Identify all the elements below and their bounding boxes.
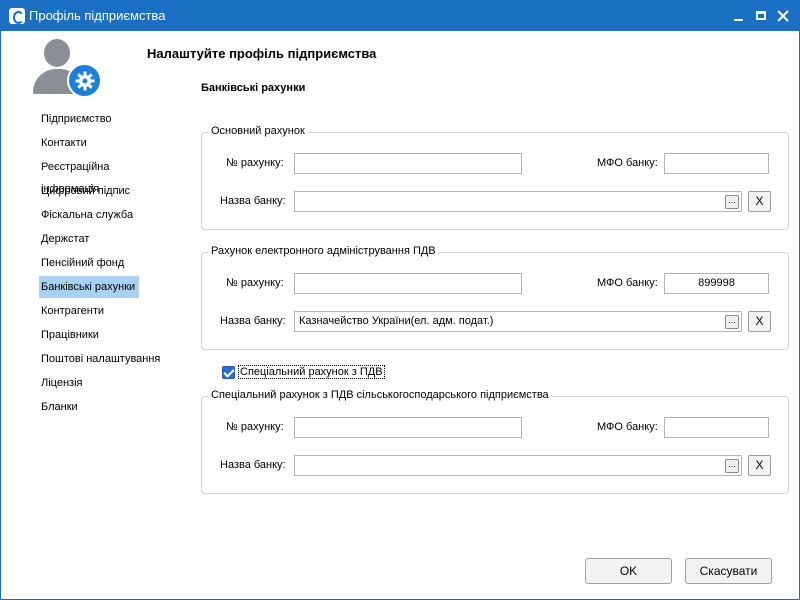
profile-window: Профіль підприємства Налаштуйте профіль …	[0, 0, 800, 600]
minimize-icon	[734, 19, 743, 21]
sidebar-item-bank-accounts[interactable]: Банківські рахунки	[39, 276, 139, 298]
mfo-input[interactable]	[664, 153, 769, 174]
account-number-input[interactable]	[294, 273, 522, 294]
clear-bank-button[interactable]: X	[748, 311, 771, 332]
vat-account-group: Рахунок електронного адміністрування ПДВ…	[201, 245, 789, 350]
mfo-input[interactable]: 899998	[664, 273, 769, 294]
bank-name-label: Назва банку:	[220, 195, 286, 207]
group-legend: Рахунок електронного адміністрування ПДВ	[208, 245, 439, 257]
sidebar-item-counterparties[interactable]: Контрагенти	[39, 300, 139, 322]
sidebar-item-derzhstat[interactable]: Держстат	[39, 228, 139, 250]
maximize-icon	[756, 11, 766, 20]
mfo-label: МФО банку:	[597, 157, 658, 169]
account-number-label: № рахунку:	[226, 157, 284, 169]
title-bar: Профіль підприємства	[1, 1, 799, 31]
sidebar-item-pension-fund[interactable]: Пенсійний фонд	[39, 252, 139, 274]
account-number-label: № рахунку:	[226, 421, 284, 433]
sidebar-item-contacts[interactable]: Контакти	[39, 132, 139, 154]
clear-bank-button[interactable]: X	[748, 455, 771, 476]
account-number-input[interactable]	[294, 417, 522, 438]
clear-bank-button[interactable]: X	[748, 191, 771, 212]
cancel-button[interactable]: Скасувати	[685, 558, 772, 584]
maximize-button[interactable]	[751, 6, 771, 26]
sidebar-item-registration[interactable]: Реєстраційна інформація	[39, 156, 169, 195]
close-icon	[777, 10, 789, 22]
checkbox-checked-icon[interactable]	[222, 366, 235, 379]
account-number-label: № рахунку:	[226, 277, 284, 289]
close-button[interactable]	[773, 6, 793, 26]
sidebar-item-enterprise[interactable]: Підприємство	[39, 108, 139, 130]
sidebar-item-employees[interactable]: Працівники	[39, 324, 139, 346]
section-title: Банківські рахунки	[201, 82, 306, 94]
mfo-input[interactable]	[664, 417, 769, 438]
special-account-checkbox-label: Спеціальний рахунок з ПДВ	[238, 365, 385, 379]
special-account-group: Спеціальний рахунок з ПДВ сільськогоспод…	[201, 389, 789, 494]
bank-name-field[interactable]	[294, 455, 742, 476]
ok-button[interactable]: OK	[585, 558, 672, 584]
avatar-head	[44, 39, 70, 67]
page-title: Налаштуйте профіль підприємства	[147, 46, 377, 61]
bank-name-field[interactable]	[294, 191, 742, 212]
bank-name-label: Назва банку:	[220, 315, 286, 327]
window-title: Профіль підприємства	[29, 8, 166, 23]
browse-bank-button[interactable]: ...	[725, 195, 739, 209]
mfo-label: МФО банку:	[597, 421, 658, 433]
sidebar-item-digital-signature[interactable]: Цифровий підпис	[39, 180, 139, 202]
gear-icon	[67, 63, 102, 98]
sidebar-item-forms[interactable]: Бланки	[39, 396, 139, 418]
account-number-input[interactable]	[294, 153, 522, 174]
group-legend: Спеціальний рахунок з ПДВ сільськогоспод…	[208, 389, 552, 401]
bank-name-field[interactable]: Казначейство України(ел. адм. подат.)	[294, 311, 742, 332]
sidebar-item-mail-settings[interactable]: Поштові налаштування	[39, 348, 169, 370]
bank-name-label: Назва банку:	[220, 459, 286, 471]
sidebar-item-license[interactable]: Ліцензія	[39, 372, 139, 394]
app-logo-icon	[9, 8, 25, 24]
mfo-label: МФО банку:	[597, 277, 658, 289]
minimize-button[interactable]	[729, 6, 749, 26]
main-account-group: Основний рахунок № рахунку: МФО банку: Н…	[201, 125, 789, 230]
sidebar-item-fiscal-service[interactable]: Фіскальна служба	[39, 204, 139, 226]
group-legend: Основний рахунок	[208, 125, 308, 137]
browse-bank-button[interactable]: ...	[725, 315, 739, 329]
browse-bank-button[interactable]: ...	[725, 459, 739, 473]
user-settings-icon	[31, 39, 103, 101]
